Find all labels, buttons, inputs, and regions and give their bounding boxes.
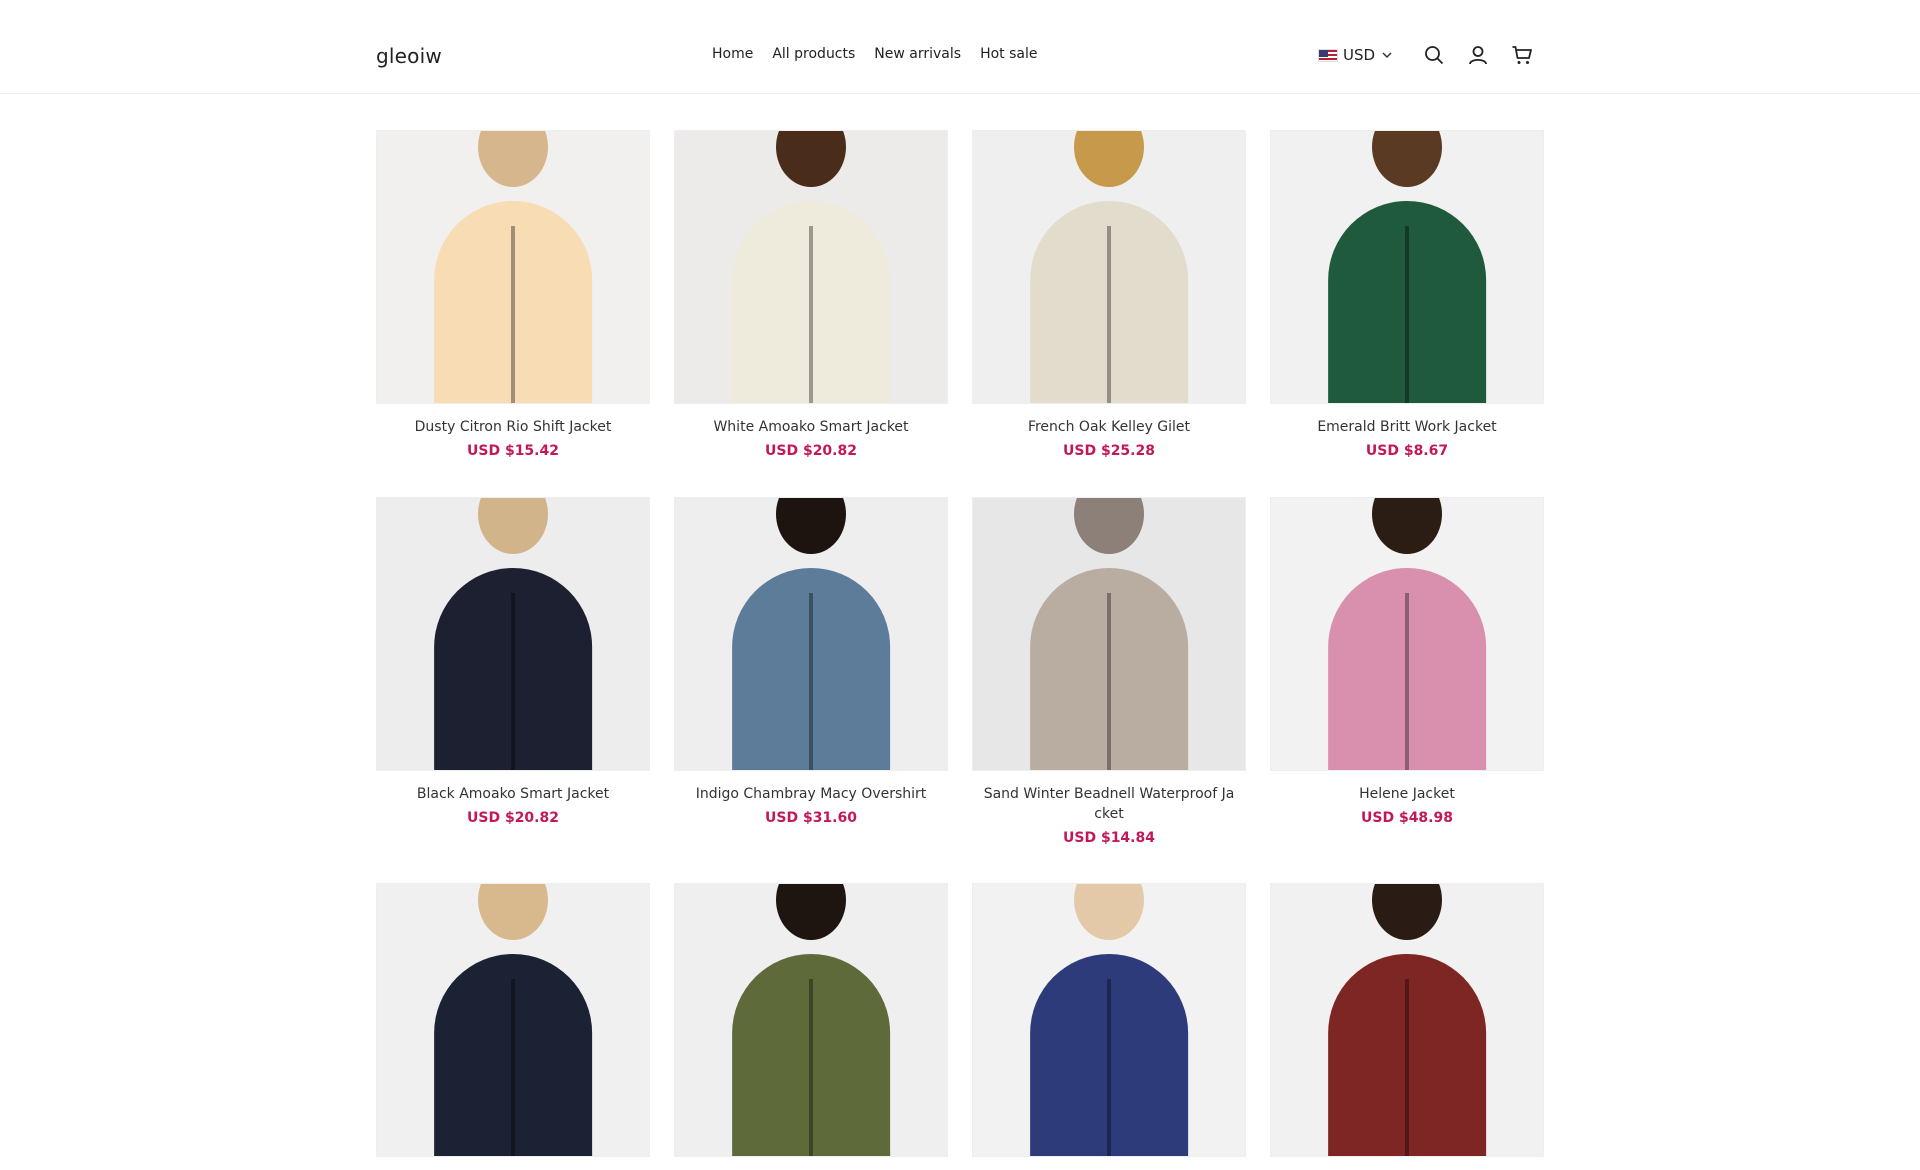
model-head — [478, 131, 548, 187]
product-name[interactable]: French Oak Kelley Gilet — [972, 417, 1246, 437]
product-image[interactable] — [376, 883, 650, 1157]
product-card[interactable]: Dusty Citron Rio Shift Jacket USD $15.42 — [376, 130, 650, 459]
product-card[interactable]: Sand Winter Beadnell Waterproof Jacket US… — [972, 497, 1246, 846]
garment-placket — [1405, 979, 1409, 1156]
product-image[interactable] — [1270, 130, 1544, 404]
product-price: USD $20.82 — [467, 810, 559, 826]
model-head — [776, 884, 846, 940]
model-head — [1372, 498, 1442, 554]
garment-placket — [511, 979, 515, 1156]
product-price: USD $14.84 — [1063, 830, 1155, 846]
model-head — [776, 131, 846, 187]
nav-all-products[interactable]: All products — [772, 46, 855, 62]
product-price: USD $20.82 — [765, 443, 857, 459]
garment-placket — [1405, 593, 1409, 770]
product-image[interactable] — [376, 497, 650, 771]
product-image[interactable] — [972, 497, 1246, 771]
currency-label: USD — [1343, 46, 1376, 64]
site-header: gleoiw Home All products New arrivals Ho… — [0, 0, 1920, 94]
product-image[interactable] — [972, 130, 1246, 404]
product-name[interactable]: Dusty Citron Rio Shift Jacket — [376, 417, 650, 437]
product-card[interactable]: Helene Jacket USD $48.98 — [1270, 497, 1544, 826]
product-card[interactable] — [376, 883, 650, 1170]
product-card[interactable] — [972, 883, 1246, 1170]
garment-placket — [1107, 226, 1111, 403]
product-image[interactable] — [1270, 883, 1544, 1157]
garment-placket — [809, 226, 813, 403]
garment-placket — [809, 593, 813, 770]
product-price: USD $31.60 — [765, 810, 857, 826]
product-price: USD $15.42 — [467, 443, 559, 459]
account-icon[interactable] — [1467, 44, 1489, 66]
product-card[interactable]: Indigo Chambray Macy Overshirt USD $31.60 — [674, 497, 948, 826]
product-card[interactable] — [674, 883, 948, 1170]
garment-placket — [809, 979, 813, 1156]
product-price: USD $48.98 — [1361, 810, 1453, 826]
chevron-down-icon — [1382, 52, 1392, 59]
nav-new-arrivals[interactable]: New arrivals — [874, 46, 961, 62]
garment-placket — [511, 226, 515, 403]
product-image[interactable] — [1270, 497, 1544, 771]
nav-home[interactable]: Home — [712, 46, 753, 62]
product-card[interactable]: White Amoako Smart Jacket USD $20.82 — [674, 130, 948, 459]
product-image[interactable] — [376, 130, 650, 404]
product-image[interactable] — [674, 497, 948, 771]
garment-placket — [1405, 226, 1409, 403]
product-price: USD $8.67 — [1365, 443, 1449, 459]
product-name[interactable]: Helene Jacket — [1270, 784, 1544, 804]
product-name[interactable]: White Amoako Smart Jacket — [674, 417, 948, 437]
product-name[interactable]: Sand Winter Beadnell Waterproof Jacket — [972, 784, 1246, 824]
cart-icon[interactable] — [1511, 44, 1533, 66]
main-nav: Home All products New arrivals Hot sale — [712, 46, 1057, 62]
product-card[interactable]: Black Amoako Smart Jacket USD $20.82 — [376, 497, 650, 826]
product-name[interactable]: Indigo Chambray Macy Overshirt — [674, 784, 948, 804]
garment-placket — [511, 593, 515, 770]
product-image[interactable] — [674, 883, 948, 1157]
product-card[interactable]: French Oak Kelley Gilet USD $25.28 — [972, 130, 1246, 459]
search-icon[interactable] — [1423, 44, 1445, 66]
us-flag-icon — [1318, 48, 1338, 62]
site-logo[interactable]: gleoiw — [376, 44, 442, 68]
model-head — [1074, 884, 1144, 940]
model-head — [776, 498, 846, 554]
model-head — [1372, 884, 1442, 940]
product-card[interactable]: Emerald Britt Work Jacket USD $8.67 — [1270, 130, 1544, 459]
product-image[interactable] — [972, 883, 1246, 1157]
product-name[interactable]: Emerald Britt Work Jacket — [1270, 417, 1544, 437]
product-image[interactable] — [674, 130, 948, 404]
garment-placket — [1107, 593, 1111, 770]
currency-selector[interactable]: USD — [1318, 46, 1393, 64]
garment-placket — [1107, 979, 1111, 1156]
product-price: USD $25.28 — [1063, 443, 1155, 459]
model-head — [1074, 498, 1144, 554]
product-name[interactable]: Black Amoako Smart Jacket — [376, 784, 650, 804]
model-head — [478, 498, 548, 554]
model-head — [1074, 131, 1144, 187]
nav-hot-sale[interactable]: Hot sale — [980, 46, 1037, 62]
product-card[interactable] — [1270, 883, 1544, 1170]
model-head — [1372, 131, 1442, 187]
model-head — [478, 884, 548, 940]
